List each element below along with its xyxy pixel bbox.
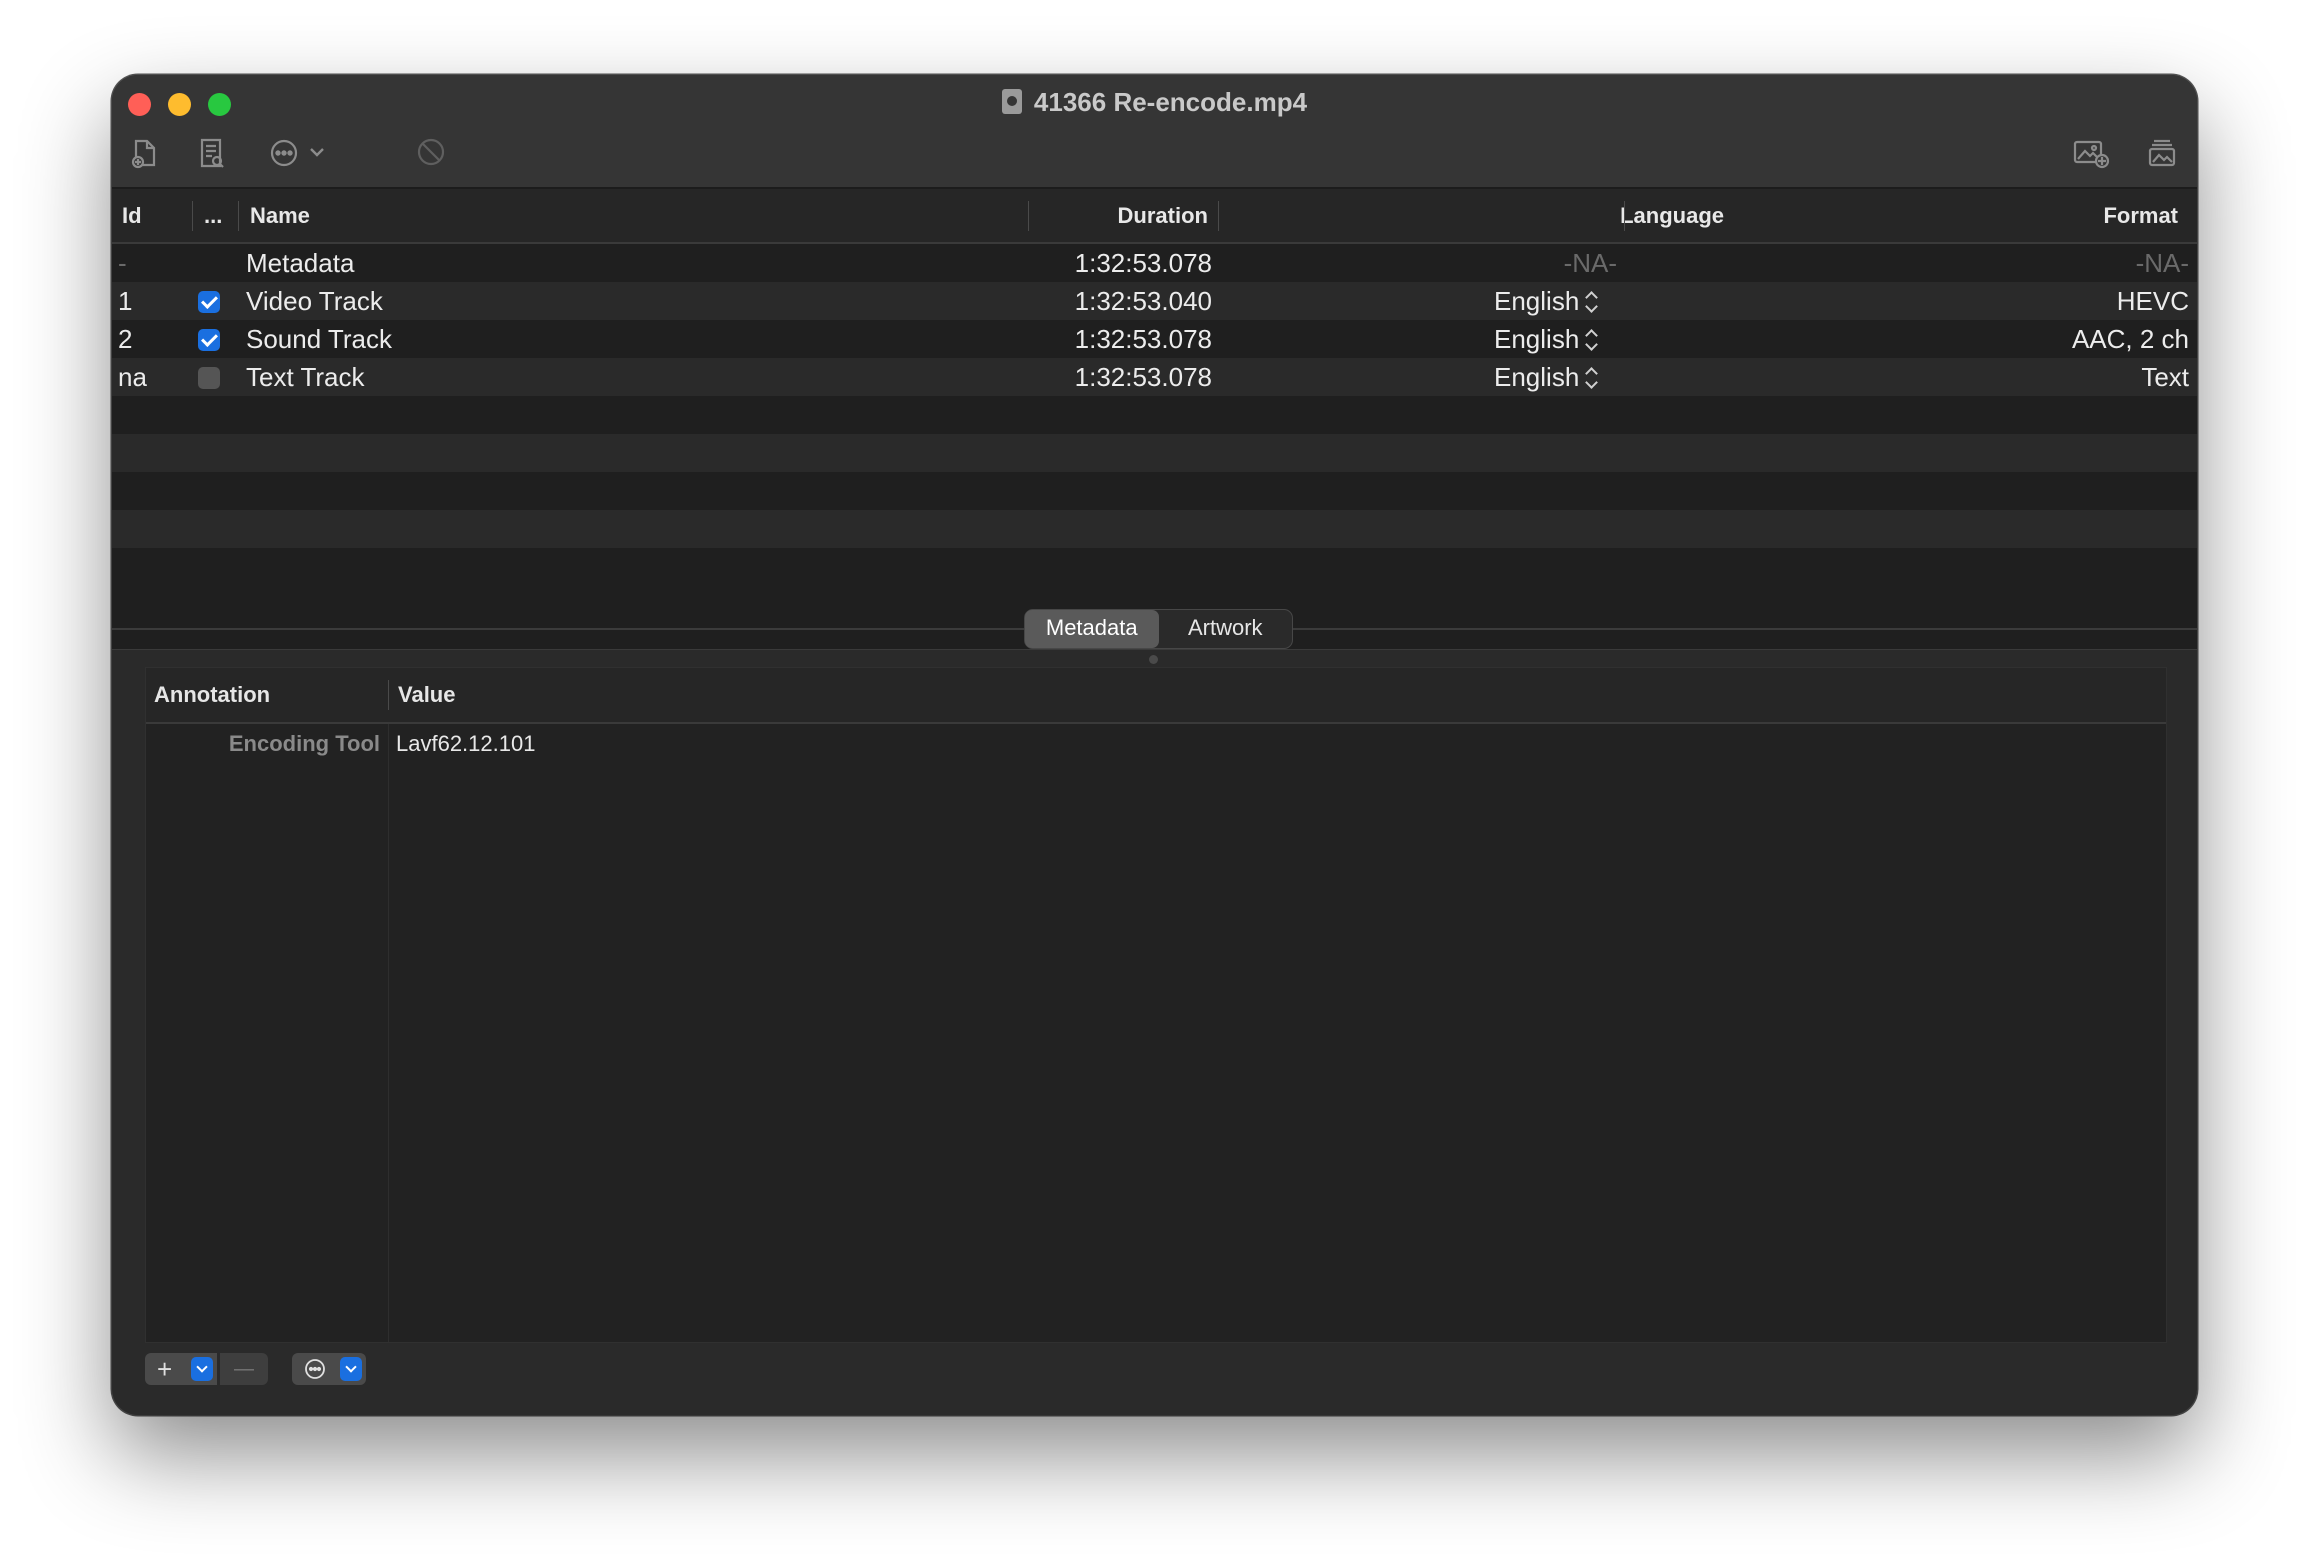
track-name: Metadata [246,248,355,278]
up-down-stepper-icon [1585,291,1599,315]
tracks-table-header: Id ... Name Duration Language Format [112,189,2197,244]
track-row-video[interactable]: 1 Video Track 1:32:53.040 English HEVC [112,282,2197,320]
track-row-text[interactable]: na Text Track 1:32:53.078 English Text [112,358,2197,396]
title-bar: 41366 Re-encode.mp4 [112,75,2197,189]
track-row-metadata[interactable]: - Metadata 1:32:53.078 -NA- -NA- [112,244,2197,282]
track-format: AAC, 2 ch [2071,324,2189,354]
column-header-name[interactable]: Name [250,189,310,242]
track-language: English [1494,324,1580,354]
track-language: English [1494,286,1580,316]
artwork-icon[interactable] [2146,137,2178,169]
actions-group [292,1353,366,1385]
track-format: Text [2141,362,2189,392]
track-name: Text Track [246,362,365,392]
tab-segmented-control: Metadata Artwork [1024,609,1293,649]
tab-metadata[interactable]: Metadata [1025,610,1159,648]
track-language-popup[interactable]: English [1494,320,1599,358]
tab-artwork[interactable]: Artwork [1159,610,1293,648]
main-window: 41366 Re-encode.mp4 Id ... Name Duration… [112,75,2197,1415]
column-header-value[interactable]: Value [398,668,455,722]
empty-row [112,472,2197,510]
column-header-enabled[interactable]: ... [204,189,222,242]
track-duration: 1:32:53.040 [1074,286,1212,316]
add-file-icon[interactable] [130,137,160,169]
add-remove-group: + — [145,1353,268,1385]
column-separator[interactable] [192,201,193,231]
track-duration: 1:32:53.078 [1074,362,1212,392]
track-enabled-checkbox[interactable] [198,291,220,313]
track-language: English [1494,362,1580,392]
metadata-row[interactable]: Encoding Tool Lavf62.12.101 [146,724,2166,764]
column-header-annotation[interactable]: Annotation [154,668,270,722]
track-id: 1 [118,286,133,316]
metadata-value[interactable]: Lavf62.12.101 [396,724,535,764]
track-format: -NA- [2135,248,2189,278]
column-separator[interactable] [1218,201,1219,231]
chevron-down-icon[interactable] [308,145,326,159]
track-name: Video Track [246,286,383,316]
column-header-id[interactable]: Id [122,189,142,242]
more-actions-icon[interactable] [268,137,300,169]
column-divider-line [388,724,389,1342]
window-title-text: 41366 Re-encode.mp4 [1033,87,1308,117]
column-header-format[interactable]: Format [1628,189,2178,242]
disabled-circle-icon[interactable] [416,137,446,167]
window-title: 41366 Re-encode.mp4 [112,87,2197,118]
info-document-icon[interactable] [198,137,226,169]
track-language-popup[interactable]: English [1494,282,1599,320]
divider-handle-icon[interactable] [1149,655,1158,664]
column-header-duration[interactable]: Duration [1032,189,1208,242]
split-view-divider[interactable] [112,649,2197,664]
add-button-label: + [157,1354,173,1384]
track-enabled-checkbox[interactable] [198,367,220,389]
empty-row [112,548,2197,586]
tracks-table: Id ... Name Duration Language Format - M… [112,189,2197,649]
remove-button-label: — [234,1358,254,1380]
remove-button[interactable]: — [220,1353,268,1385]
empty-row [112,434,2197,472]
track-duration: 1:32:53.078 [1074,324,1212,354]
chevron-down-icon[interactable] [191,1357,213,1381]
column-separator[interactable] [1028,201,1029,231]
column-separator[interactable] [388,680,389,710]
more-actions-icon [305,1359,325,1379]
empty-row [112,510,2197,548]
track-id: - [118,248,127,278]
column-separator[interactable] [1624,201,1625,231]
add-artwork-icon[interactable] [2072,137,2110,169]
up-down-stepper-icon [1585,367,1599,391]
up-down-stepper-icon [1585,329,1599,353]
track-language: -NA- [1563,248,1617,278]
track-id: 2 [118,324,133,354]
chevron-down-icon[interactable] [340,1357,362,1381]
add-button[interactable]: + [145,1353,217,1385]
metadata-table-header: Annotation Value [146,668,2166,724]
track-format: HEVC [2116,286,2189,316]
metadata-table: Annotation Value Encoding Tool Lavf62.12… [145,667,2167,1343]
column-separator[interactable] [238,201,239,231]
track-duration: 1:32:53.078 [1074,248,1212,278]
track-row-sound[interactable]: 2 Sound Track 1:32:53.078 English AAC, 2… [112,320,2197,358]
track-language-popup[interactable]: English [1494,358,1599,396]
metadata-annotation: Encoding Tool [228,731,380,756]
actions-menu-button[interactable] [292,1353,366,1385]
document-icon [1001,89,1022,114]
empty-row [112,396,2197,434]
track-name: Sound Track [246,324,392,354]
track-id: na [118,362,147,392]
track-enabled-checkbox[interactable] [198,329,220,351]
